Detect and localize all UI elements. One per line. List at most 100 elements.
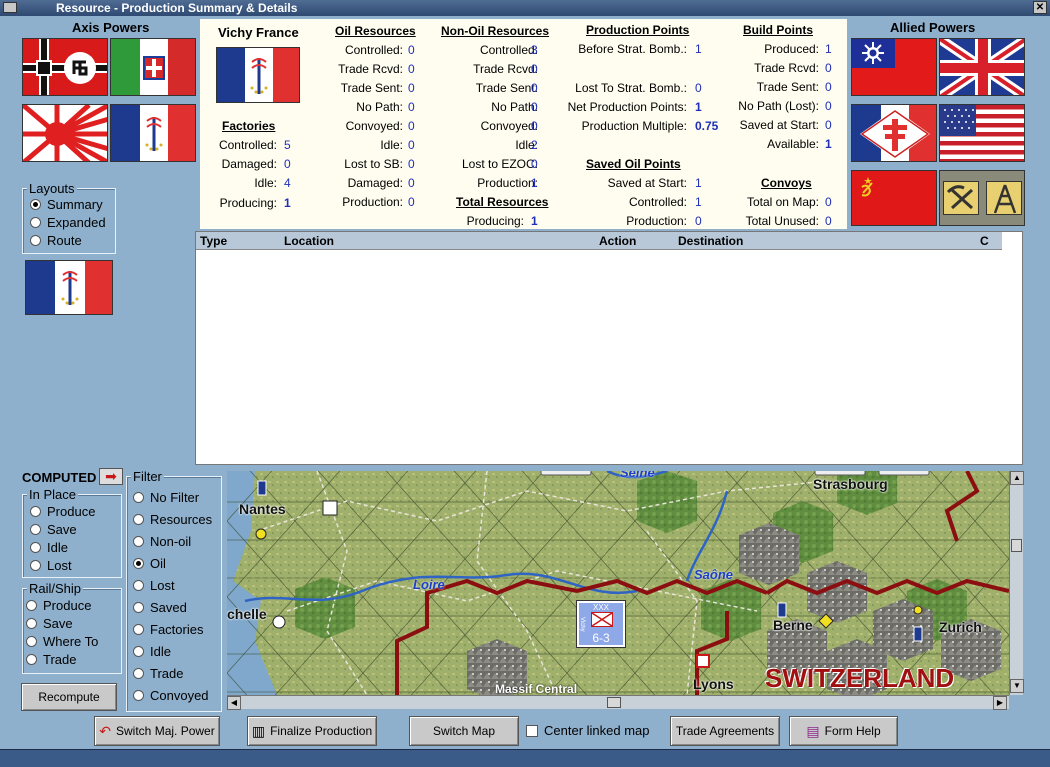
inplace-idle-radio[interactable]: Idle xyxy=(30,540,68,555)
germany-flag-icon xyxy=(23,39,107,95)
river-seine: Seine xyxy=(620,471,655,480)
help-book-icon: ▤ xyxy=(806,722,820,739)
col-c[interactable]: C xyxy=(980,234,989,248)
inplace-label: In Place xyxy=(27,487,78,502)
col-type[interactable]: Type xyxy=(200,234,227,248)
window-menu-icon[interactable] xyxy=(3,2,17,13)
flag-soviet-union[interactable] xyxy=(851,170,937,226)
resource-icons-tile[interactable] xyxy=(939,170,1025,226)
vertical-scroll-thumb[interactable] xyxy=(1011,539,1022,552)
radio-icon xyxy=(30,235,41,246)
filter-resources-radio[interactable]: Resources xyxy=(133,512,212,527)
trade-agreements-button[interactable]: Trade Agreements xyxy=(670,716,780,746)
hex-map[interactable] xyxy=(227,471,1009,695)
map-view[interactable]: Nantes Strasbourg chelle Berne Zurich Ly… xyxy=(227,471,1009,695)
saved-oil-start-value: 1 xyxy=(695,176,702,190)
filter-no-filter-radio[interactable]: No Filter xyxy=(133,490,199,505)
arrow-right-icon: ➡ xyxy=(105,468,117,484)
inplace-lost-radio[interactable]: Lost xyxy=(30,558,72,573)
filter-non-oil-radio[interactable]: Non-oil xyxy=(133,534,191,549)
filter-lost-radio[interactable]: Lost xyxy=(133,578,175,593)
pp-heading: Production Points xyxy=(586,23,690,37)
title-bar[interactable]: Resource - Production Summary & Details … xyxy=(0,0,1050,16)
railship-produce-radio[interactable]: Produce xyxy=(26,598,91,613)
flag-china[interactable] xyxy=(851,38,937,96)
scroll-up-icon[interactable]: ▲ xyxy=(1010,471,1024,485)
flag-japan[interactable] xyxy=(22,104,108,162)
vichy-corps-unit[interactable]: XXX Vichy 6-3 xyxy=(577,601,625,647)
city-berne[interactable]: Berne xyxy=(773,617,813,633)
region-switzerland: SWITZERLAND xyxy=(765,663,955,693)
railship-whereto-radio[interactable]: Where To xyxy=(26,634,98,649)
filter-oil-radio[interactable]: Oil xyxy=(133,556,166,571)
total-producing-label: Producing: xyxy=(466,214,524,228)
map-vertical-scrollbar[interactable]: ▲ ▼ xyxy=(1009,471,1024,695)
scroll-left-icon[interactable]: ◀ xyxy=(227,696,241,710)
layouts-label: Layouts xyxy=(27,181,77,196)
radio-icon xyxy=(133,690,144,701)
horizontal-scroll-thumb[interactable] xyxy=(607,697,621,708)
radio-icon xyxy=(133,602,144,613)
filter-label: Filter xyxy=(131,469,164,484)
infantry-icon xyxy=(591,612,613,627)
city-nantes[interactable]: Nantes xyxy=(239,501,286,517)
bp-heading: Build Points xyxy=(743,23,813,37)
recompute-button[interactable]: Recompute xyxy=(21,683,117,711)
convoys-map-label: Total on Map: xyxy=(746,195,819,209)
railship-save-radio[interactable]: Save xyxy=(26,616,73,631)
total-heading: Total Resources xyxy=(456,195,549,209)
radio-icon xyxy=(26,654,37,665)
map-horizontal-scrollbar[interactable]: ◀ ▶ xyxy=(227,695,1009,710)
bp-row-label: Produced: xyxy=(764,42,819,56)
production-table[interactable]: Type Location Action Destination C xyxy=(195,231,1023,465)
scroll-down-icon[interactable]: ▼ xyxy=(1010,679,1024,693)
computed-arrow-button[interactable]: ➡ xyxy=(99,468,123,485)
radio-icon xyxy=(30,524,41,535)
flag-united-kingdom[interactable] xyxy=(939,38,1025,96)
flag-germany[interactable] xyxy=(22,38,108,96)
city-lyons[interactable]: Lyons xyxy=(693,676,734,692)
nonoil-row-value: 0 xyxy=(531,157,538,171)
factory-icon: ▥ xyxy=(251,722,266,739)
filter-saved-radio[interactable]: Saved xyxy=(133,600,187,615)
flag-vichy-france[interactable] xyxy=(110,104,196,162)
col-location[interactable]: Location xyxy=(284,234,334,248)
radio-icon xyxy=(133,558,144,569)
filter-trade-radio[interactable]: Trade xyxy=(133,666,183,681)
scroll-right-icon[interactable]: ▶ xyxy=(993,696,1007,710)
vichy-flag-icon xyxy=(26,261,112,314)
flag-united-states[interactable] xyxy=(939,104,1025,162)
col-destination[interactable]: Destination xyxy=(678,234,743,248)
col-action[interactable]: Action xyxy=(599,234,636,248)
inplace-produce-radio[interactable]: Produce xyxy=(30,504,95,519)
radio-icon xyxy=(133,646,144,657)
layout-summary-radio[interactable]: Summary xyxy=(30,197,103,212)
layout-expanded-radio[interactable]: Expanded xyxy=(30,215,106,230)
railship-trade-radio[interactable]: Trade xyxy=(26,652,76,667)
status-strip xyxy=(0,749,1050,767)
flag-free-france[interactable] xyxy=(851,104,937,162)
flag-italy[interactable] xyxy=(110,38,196,96)
center-linked-map-checkbox[interactable]: Center linked map xyxy=(526,723,650,738)
radio-icon xyxy=(30,542,41,553)
convoys-heading: Convoys xyxy=(761,176,812,190)
vichy-flag-icon xyxy=(111,105,195,161)
filter-convoyed-radio[interactable]: Convoyed xyxy=(133,688,209,703)
city-la-rochelle[interactable]: chelle xyxy=(227,606,267,622)
filter-factories-radio[interactable]: Factories xyxy=(133,622,203,637)
layout-route-radio[interactable]: Route xyxy=(30,233,82,248)
unit-side: Vichy xyxy=(579,617,585,632)
bp-row-value: 0 xyxy=(825,61,832,75)
switch-power-button[interactable]: ↶ Switch Maj. Power xyxy=(94,716,220,746)
city-strasbourg[interactable]: Strasbourg xyxy=(813,476,888,492)
ussr-flag-icon xyxy=(852,171,936,225)
filter-idle-radio[interactable]: Idle xyxy=(133,644,171,659)
finalize-production-button[interactable]: ▥ Finalize Production xyxy=(247,716,377,746)
production-window: Resource - Production Summary & Details … xyxy=(0,0,1050,767)
inplace-save-radio[interactable]: Save xyxy=(30,522,77,537)
form-help-button[interactable]: ▤ Form Help xyxy=(789,716,898,746)
switch-map-button[interactable]: Switch Map xyxy=(409,716,519,746)
close-icon[interactable]: ✕ xyxy=(1033,1,1047,14)
city-zurich[interactable]: Zurich xyxy=(939,619,982,635)
window-title: Resource - Production Summary & Details xyxy=(56,1,298,15)
